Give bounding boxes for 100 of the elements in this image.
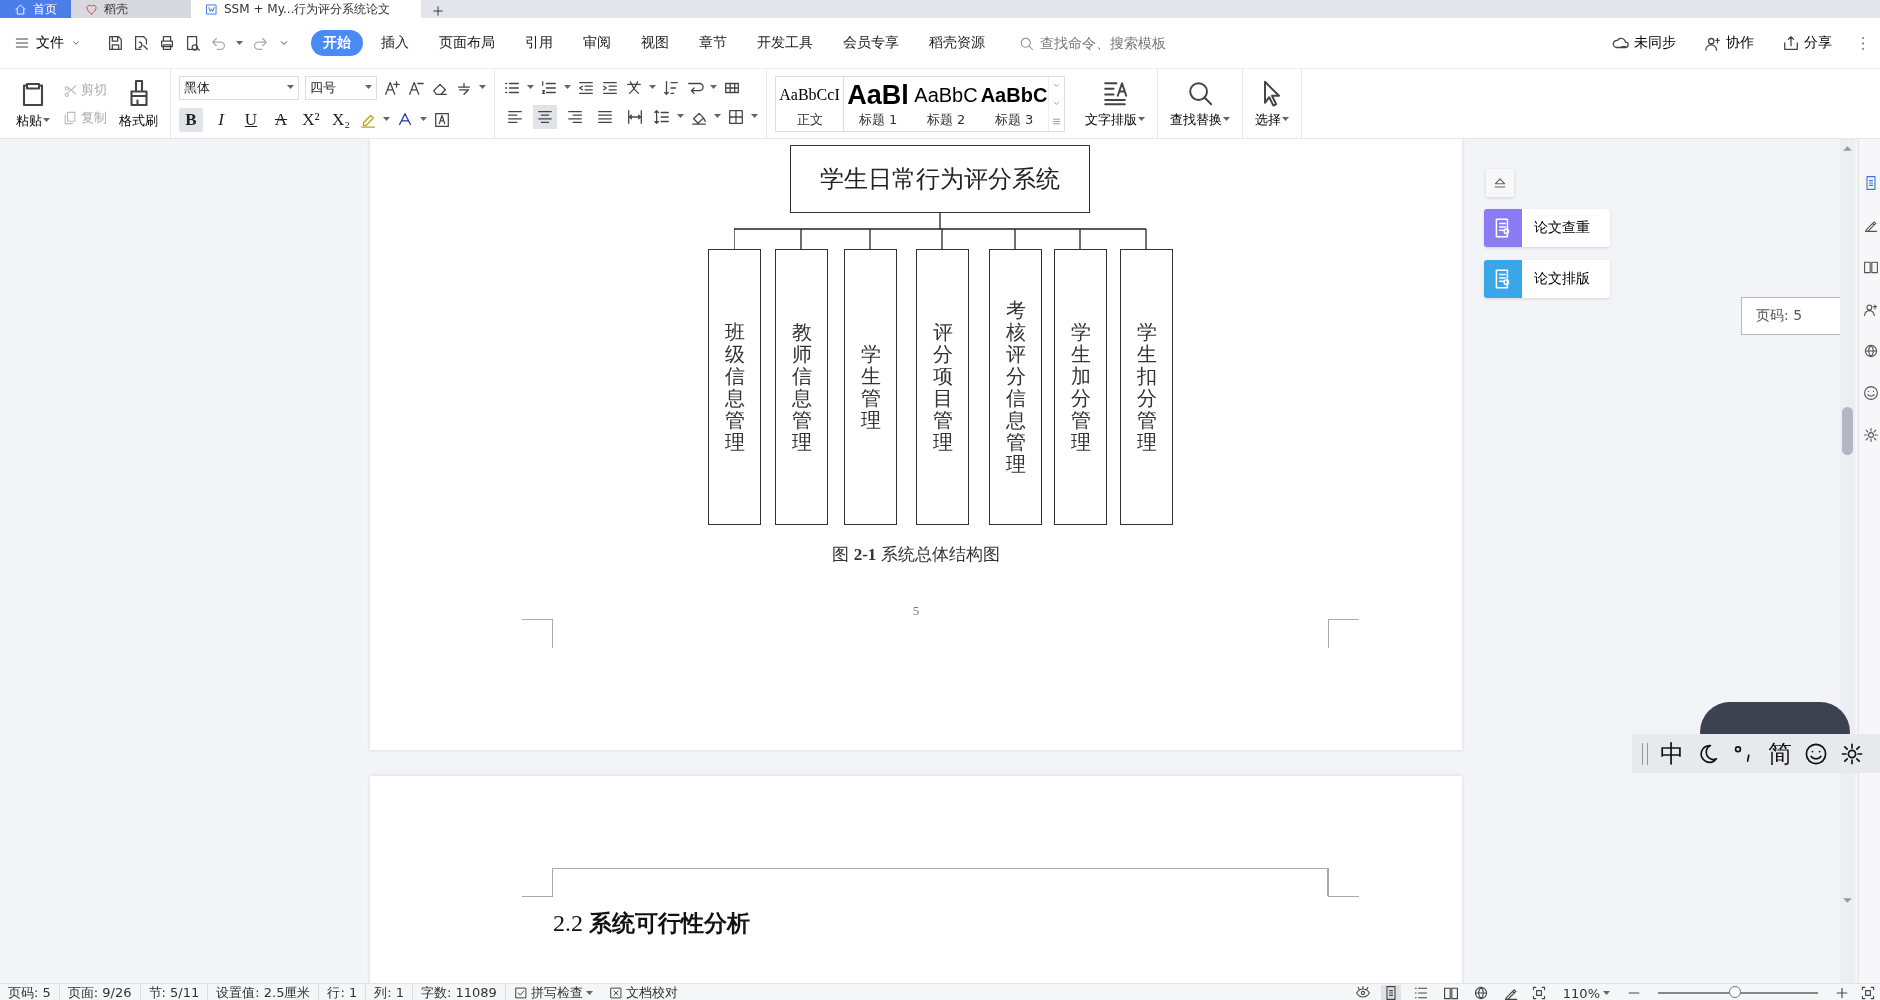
paste-button[interactable]: 粘贴 bbox=[12, 75, 54, 132]
diagram-node: 班级信息管理 bbox=[708, 249, 761, 525]
format-button[interactable]: X₂ bbox=[329, 107, 353, 132]
character-border-icon[interactable] bbox=[433, 110, 451, 129]
zoom-level-button[interactable]: 110% bbox=[1556, 984, 1616, 1000]
dropdown-caret-icon[interactable] bbox=[365, 85, 372, 90]
caret-icon[interactable] bbox=[1603, 990, 1610, 996]
export-icon[interactable] bbox=[132, 34, 150, 52]
grow-font-icon[interactable] bbox=[383, 78, 401, 97]
outline-view-icon bbox=[1412, 985, 1429, 1000]
format-button[interactable]: B bbox=[179, 107, 203, 132]
toolbar-button[interactable]: 选择 bbox=[1251, 76, 1293, 131]
spell-check-button[interactable]: 拼写检查 bbox=[505, 984, 601, 1000]
checkbox-icon bbox=[513, 986, 528, 1000]
menu-icon bbox=[14, 35, 30, 51]
smiley-icon[interactable] bbox=[1804, 741, 1828, 766]
toolbar-button[interactable]: 文字排版 bbox=[1081, 76, 1149, 131]
align-button[interactable] bbox=[533, 104, 557, 129]
figure-caption: 图 2-1 系统总体结构图 bbox=[831, 544, 1001, 566]
caret-icon[interactable] bbox=[43, 118, 50, 123]
sort-icon[interactable] bbox=[662, 78, 680, 97]
caret-icon[interactable] bbox=[383, 117, 390, 122]
font-size-select[interactable]: 四号 bbox=[305, 75, 377, 100]
thesis-tool-button[interactable]: 论文排版 bbox=[1484, 260, 1610, 298]
document-tab[interactable]: 稻壳 bbox=[71, 0, 191, 18]
caret-icon[interactable] bbox=[479, 85, 486, 90]
user-icon[interactable] bbox=[1863, 301, 1879, 317]
fit-page-icon[interactable] bbox=[1530, 985, 1547, 1000]
save-icon[interactable] bbox=[106, 34, 124, 52]
caret-icon[interactable] bbox=[714, 114, 721, 119]
caret-icon[interactable] bbox=[420, 117, 427, 122]
slider-thumb[interactable] bbox=[1728, 986, 1741, 998]
expand-gallery-icon[interactable] bbox=[1052, 117, 1061, 126]
caret-icon[interactable] bbox=[710, 85, 717, 90]
command-search-field[interactable]: 查找命令、搜索模板 bbox=[1019, 34, 1192, 52]
ribbon-tab[interactable]: 插入 bbox=[369, 30, 421, 56]
toolbar-button[interactable]: 分享 bbox=[1776, 33, 1838, 53]
caret-icon[interactable] bbox=[527, 85, 534, 90]
diagram-node: 学生加分管理 bbox=[1054, 249, 1107, 525]
new-tab-icon[interactable] bbox=[431, 4, 445, 18]
document-icon bbox=[205, 2, 218, 16]
caret-icon[interactable] bbox=[649, 85, 656, 90]
format-button[interactable]: U bbox=[239, 107, 263, 132]
caret-icon[interactable] bbox=[751, 114, 758, 119]
caret-icon[interactable] bbox=[585, 990, 593, 996]
caret-icon[interactable] bbox=[1138, 117, 1145, 122]
eye-icon[interactable] bbox=[1354, 985, 1371, 1000]
globe-icon[interactable] bbox=[1863, 343, 1879, 359]
scrollbar-thumb[interactable] bbox=[1842, 407, 1853, 455]
document-tab[interactable]: 首页 bbox=[0, 0, 71, 18]
home-icon bbox=[14, 2, 27, 16]
toolbar-button[interactable]: 协作 bbox=[1698, 33, 1760, 53]
document-tab[interactable]: SSM + My...行为评分系统论文 bbox=[191, 0, 421, 18]
caret-icon[interactable] bbox=[564, 85, 571, 90]
settings-icon[interactable] bbox=[1863, 427, 1879, 443]
share-icon bbox=[1782, 34, 1800, 52]
line-spacing-icon[interactable] bbox=[653, 107, 671, 126]
margin-mark bbox=[1328, 868, 1359, 897]
ribbon-tab[interactable]: 页面布局 bbox=[427, 30, 507, 56]
proofread-button[interactable]: 文档校对 bbox=[600, 984, 686, 1000]
caret-icon[interactable] bbox=[1223, 117, 1230, 122]
ribbon-tab[interactable]: 引用 bbox=[513, 30, 565, 56]
format-button[interactable]: A bbox=[269, 107, 293, 132]
search-icon bbox=[1019, 35, 1034, 51]
print-icon[interactable] bbox=[158, 34, 176, 52]
ribbon-tab[interactable]: 开发工具 bbox=[745, 30, 825, 56]
thesis-tool-button[interactable]: 论文查重 bbox=[1484, 209, 1610, 247]
font-family-select[interactable]: 黑体 bbox=[179, 75, 299, 100]
zoom-in-icon[interactable] bbox=[1834, 985, 1850, 1000]
chinese-layout-icon[interactable] bbox=[625, 78, 643, 97]
numbered-list-icon[interactable] bbox=[540, 78, 558, 97]
borders-icon[interactable] bbox=[727, 107, 745, 126]
script-toggle-button[interactable]: 简 bbox=[1768, 737, 1792, 770]
ribbon-tab[interactable]: 稻壳资源 bbox=[917, 30, 997, 56]
caret-icon[interactable] bbox=[236, 40, 243, 46]
ribbon-tab[interactable]: 审阅 bbox=[571, 30, 623, 56]
collapse-button[interactable] bbox=[1486, 169, 1514, 197]
view-mode-button[interactable] bbox=[1380, 985, 1401, 1000]
caret-icon[interactable] bbox=[1282, 117, 1289, 122]
page-number: 5 bbox=[911, 603, 921, 619]
format-button[interactable]: X² bbox=[299, 107, 323, 132]
fullscreen-icon[interactable] bbox=[1860, 985, 1876, 1000]
format-button[interactable]: I bbox=[209, 107, 233, 132]
status-item: 设置值: 2.5厘米 bbox=[208, 984, 320, 1000]
settings-icon[interactable] bbox=[1840, 741, 1864, 766]
print-preview-icon[interactable] bbox=[184, 34, 202, 52]
heart-icon bbox=[85, 2, 98, 16]
panel-icon[interactable] bbox=[1863, 175, 1879, 191]
status-item: 行: 1 bbox=[319, 984, 367, 1000]
ribbon-tab[interactable]: 会员专享 bbox=[831, 30, 911, 56]
input-mode-button[interactable]: 中 bbox=[1660, 737, 1684, 770]
toolbar-button[interactable]: 查找替换 bbox=[1166, 76, 1234, 131]
toolbar-button[interactable]: 未同步 bbox=[1606, 33, 1682, 53]
ribbon-tab[interactable]: 视图 bbox=[629, 30, 681, 56]
ribbon-tab[interactable]: 章节 bbox=[687, 30, 739, 56]
format-painter-button[interactable]: 格式刷 bbox=[115, 75, 162, 132]
caret-icon[interactable] bbox=[677, 114, 684, 119]
file-menu[interactable]: 文件 bbox=[8, 30, 88, 56]
dropdown-caret-icon[interactable] bbox=[287, 85, 294, 90]
style-preset[interactable]: AaBbCcI 正文 bbox=[776, 76, 844, 131]
